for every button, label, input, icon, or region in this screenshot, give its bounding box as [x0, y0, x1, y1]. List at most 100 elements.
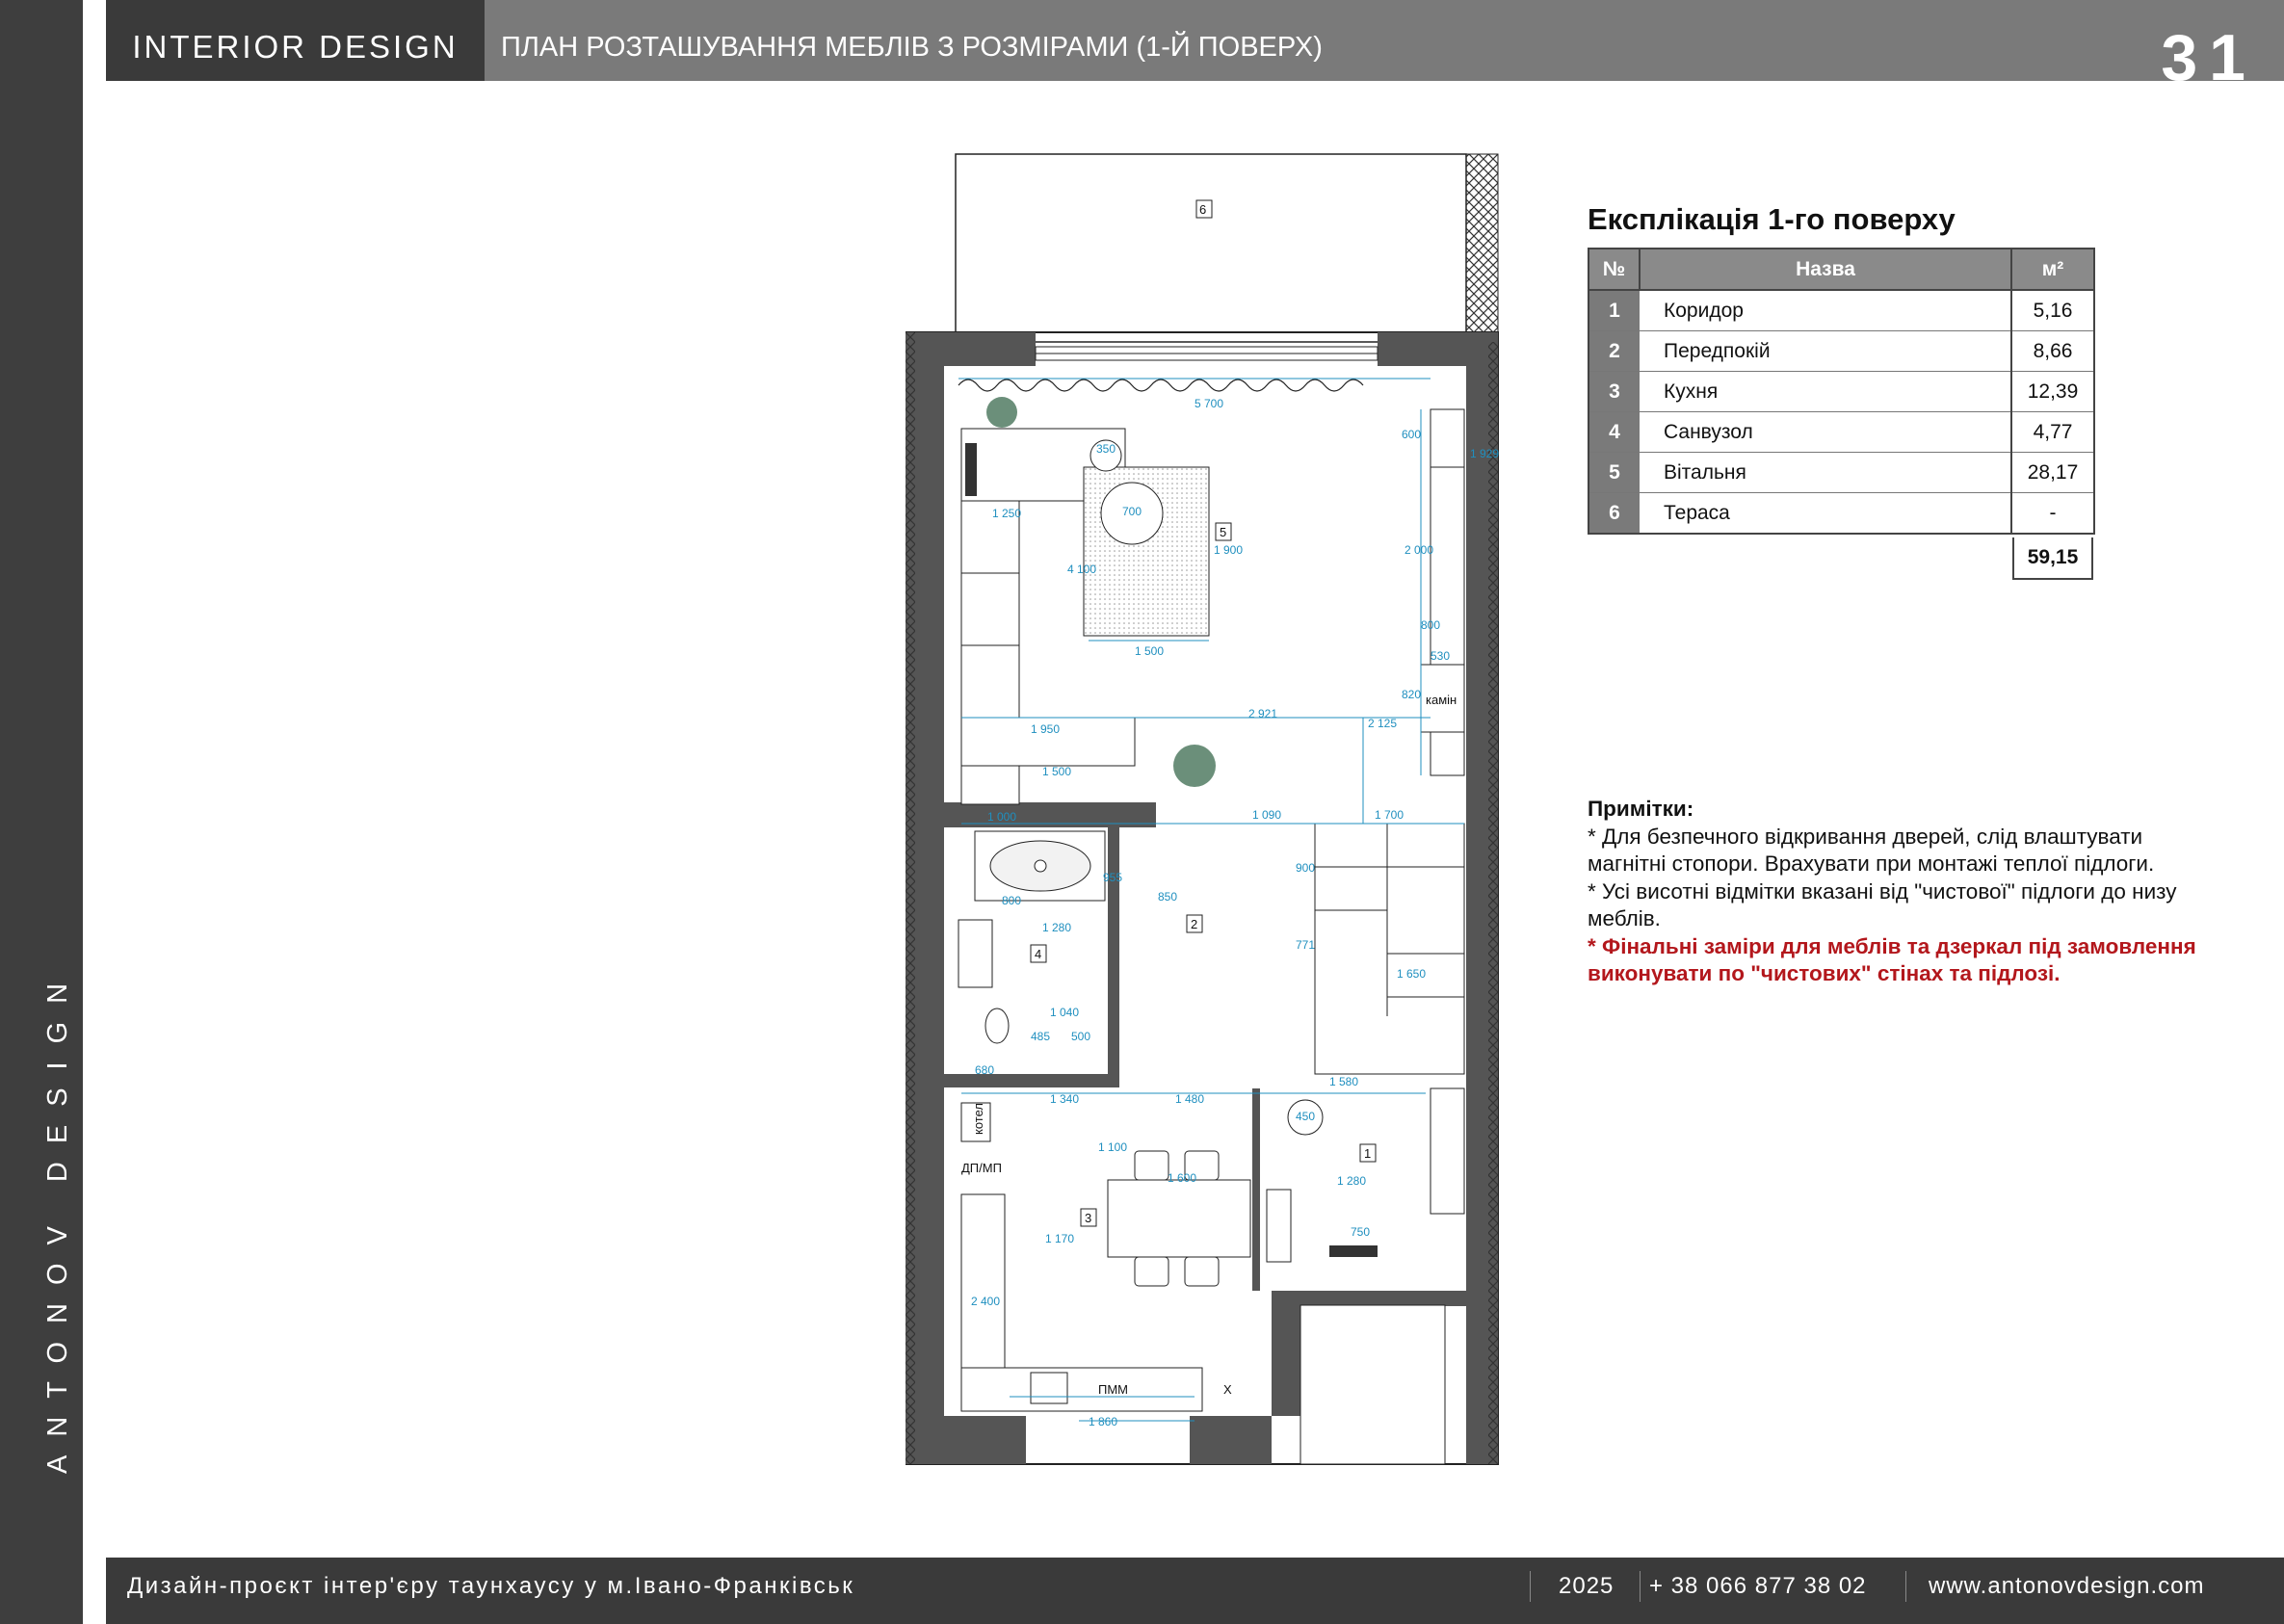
- dim-1040: 1 040: [1050, 1006, 1079, 1019]
- label-fridge: Х: [1223, 1382, 1232, 1397]
- row-name: Тераса: [1640, 492, 2011, 535]
- wall-kitchen-right: [1252, 1088, 1260, 1291]
- room-tag-5: 5: [1220, 525, 1226, 539]
- dim-1000: 1 000: [987, 810, 1016, 824]
- dim-bath-800: 800: [1002, 894, 1021, 907]
- page-title: ПЛАН РОЗТАШУВАННЯ МЕБЛІВ З РОЗМІРАМИ (1-…: [501, 32, 1323, 63]
- dim-1860: 1 860: [1089, 1415, 1117, 1428]
- table-row: 2 Передпокій 8,66: [1588, 330, 2095, 372]
- dim-1340: 1 340: [1050, 1092, 1079, 1106]
- row-name: Коридор: [1640, 289, 2011, 331]
- table-row: 5 Вітальня 28,17: [1588, 452, 2095, 493]
- toilet: [984, 1008, 1010, 1044]
- row-name: Вітальня: [1640, 452, 2011, 493]
- row-area: 4,77: [2010, 411, 2095, 453]
- sink: [958, 919, 993, 988]
- note-1: * Для безпечного відкривання дверей, слі…: [1588, 824, 2155, 877]
- entrance-vestibule: [1300, 1304, 1446, 1465]
- wall-bottom-mid: [1190, 1416, 1272, 1464]
- dim-1170: 1 170: [1045, 1232, 1074, 1245]
- row-no: 6: [1588, 492, 1640, 535]
- explication-total: 59,15: [2012, 537, 2093, 580]
- row-no: 2: [1588, 330, 1640, 372]
- curtain: [958, 379, 1364, 392]
- wall-bath-bottom: [944, 1074, 1119, 1087]
- kitchen-sink: [1030, 1372, 1068, 1404]
- floor-plan: 5 700 1 250 1 500 1 900 700 350 1 950 1 …: [906, 153, 1499, 1465]
- dim-1600: 1 600: [1168, 1171, 1196, 1185]
- explication-title: Експлікація 1-го поверху: [1588, 202, 1956, 236]
- plant-1: [986, 397, 1017, 428]
- dimension-labels: 5 700 1 250 1 500 1 900 700 350 1 950 1 …: [971, 397, 1499, 1428]
- wall-corridor-right: [1349, 1291, 1466, 1306]
- dim-750: 750: [1351, 1225, 1370, 1239]
- terrace-hatch: [1465, 153, 1499, 343]
- kitchen-counter-left: [960, 1193, 1006, 1369]
- dim-cab-2000: 2 000: [1405, 543, 1433, 557]
- dim-450: 450: [1296, 1110, 1315, 1123]
- footer-project: Дизайн-проєкт інтер'єру таунхаусу у м.Ів…: [127, 1573, 855, 1599]
- wardrobe: [1430, 1087, 1465, 1215]
- dim-850: 850: [1158, 890, 1177, 904]
- stairs: [1314, 823, 1465, 1075]
- row-area: -: [2010, 492, 2095, 535]
- dim-cab-1929: 1 929: [1470, 447, 1499, 460]
- chair-1: [1134, 1150, 1169, 1181]
- dim-1100: 1 100: [1098, 1140, 1127, 1154]
- dim-sofa-len: 1 250: [992, 507, 1021, 520]
- dim-bath-955: 955: [1103, 871, 1122, 884]
- chair-3: [1134, 1256, 1169, 1287]
- dim-1090: 1 090: [1252, 808, 1281, 822]
- label-boiler: котел: [971, 1103, 985, 1135]
- corridor-radiator: [1329, 1245, 1378, 1257]
- row-no: 3: [1588, 371, 1640, 412]
- page-number: 31: [2161, 21, 2257, 94]
- room-tag-1: 1: [1364, 1146, 1371, 1161]
- dim-top-width: 5 700: [1195, 397, 1223, 410]
- dim-500: 500: [1071, 1030, 1090, 1043]
- row-name: Санвузол: [1640, 411, 2011, 453]
- col-no: №: [1588, 248, 1641, 291]
- row-area: 12,39: [2010, 371, 2095, 412]
- dim-485: 485: [1031, 1030, 1050, 1043]
- dim-1580: 1 580: [1329, 1075, 1358, 1088]
- dim-900: 900: [1296, 861, 1315, 875]
- table-row: 4 Санвузол 4,77: [1588, 411, 2095, 453]
- room-tag-4: 4: [1035, 947, 1041, 961]
- row-name: Передпокій: [1640, 330, 2011, 372]
- header-brand: INTERIOR DESIGN: [106, 0, 485, 81]
- note-3: * Фінальні заміри для меблів та дзеркал …: [1588, 933, 2196, 986]
- footer-divider: [1905, 1571, 1906, 1602]
- footer-year: 2025: [1559, 1573, 1615, 1599]
- room-tag-6: 6: [1199, 202, 1206, 217]
- row-area: 5,16: [2010, 289, 2095, 331]
- dim-table-d: 700: [1122, 505, 1142, 518]
- wall-top-left: [906, 332, 1036, 366]
- col-area: м²: [2010, 248, 2095, 291]
- room-tag-2: 2: [1191, 917, 1197, 931]
- wall-bottom-left: [906, 1416, 1026, 1464]
- dim-h4100: 4 100: [1067, 563, 1096, 576]
- dim-sofa-total: 1 950: [1031, 722, 1060, 736]
- footer-divider: [1530, 1571, 1531, 1602]
- dim-1650: 1 650: [1397, 967, 1426, 981]
- row-name: Кухня: [1640, 371, 2011, 412]
- dim-fire-800: 800: [1421, 618, 1440, 632]
- notes-title: Примітки:: [1588, 797, 1694, 821]
- table-row: 3 Кухня 12,39: [1588, 371, 2095, 412]
- dining-table: [1107, 1179, 1251, 1258]
- dim-sofa-seat: 1 500: [1042, 765, 1071, 778]
- notes: Примітки: * Для безпечного відкривання д…: [1588, 796, 2204, 988]
- sidebar-brand-vertical: ANTONOV DESIGN: [42, 964, 73, 1474]
- dim-living-w: 2 921: [1248, 707, 1277, 720]
- room-tag-3: 3: [1085, 1211, 1091, 1225]
- dim-1280: 1 280: [1042, 921, 1071, 934]
- dim-pouf-d: 350: [1096, 442, 1116, 456]
- label-dishwasher: ПММ: [1098, 1382, 1128, 1397]
- dim-771: 771: [1296, 938, 1315, 952]
- dim-cab-600: 600: [1402, 428, 1421, 441]
- explication-table: № Назва м² 1 Коридор 5,16 2 Передпокій 8,66 …: [1588, 248, 2095, 535]
- row-no: 5: [1588, 452, 1640, 493]
- footer-website-link[interactable]: www.antonovdesign.com: [1929, 1558, 2204, 1615]
- footer-phone: + 38 066 877 38 02: [1649, 1573, 1867, 1599]
